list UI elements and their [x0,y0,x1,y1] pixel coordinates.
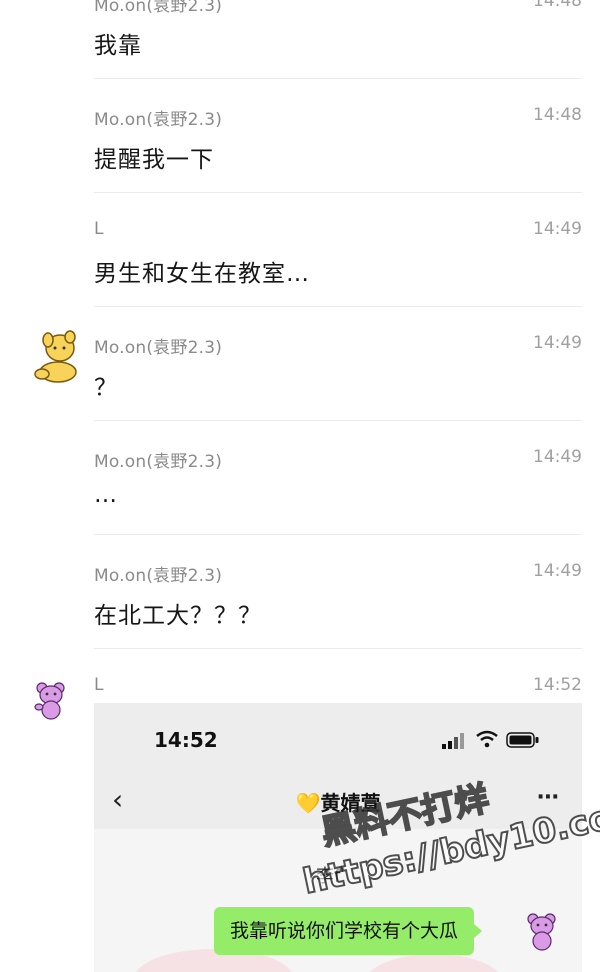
background-decoration [364,954,504,972]
message-time: 14:49 [533,333,582,353]
wifi-icon [476,730,498,748]
message-time: 14:49 [533,447,582,467]
purple-bear-avatar-icon [527,913,556,951]
sender-name: L [94,219,104,239]
sender-name: Mo.on(袁野2.3) [94,566,223,586]
message-text: 男生和女生在教室… [94,261,310,287]
message-text: … [94,482,118,508]
message-text: ？ [94,375,118,401]
yellow-dog-avatar-icon[interactable] [32,328,80,384]
message-text: 提醒我一下 [94,147,214,173]
divider [94,420,582,421]
sender-name: Mo.on(袁野2.3) [94,0,223,16]
divider [94,534,582,535]
message-time: 14:49 [533,561,582,581]
sender-name: Mo.on(袁野2.3) [94,338,223,358]
divider [94,192,582,193]
sender-name: L [94,675,104,695]
message-text: 我靠 [94,33,142,59]
status-bar: 14:52 [94,703,582,775]
message-time: 14:52 [533,675,582,695]
message-text: 在北工大？？？ [94,603,262,629]
sender-name: Mo.on(袁野2.3) [94,452,223,472]
message-bubble: 我靠听说你们学校有个大瓜 [214,907,483,955]
sender-name: Mo.on(袁野2.3) [94,110,223,130]
purple-bear-avatar-icon[interactable] [34,680,68,720]
battery-icon [506,732,539,748]
signal-icon [442,733,464,749]
message-time: 14:48 [533,0,582,11]
message-time: 14:49 [533,219,582,239]
status-time: 14:52 [154,728,218,752]
divider [94,78,582,79]
message-time: 14:48 [533,105,582,125]
divider [94,306,582,307]
divider [94,648,582,649]
